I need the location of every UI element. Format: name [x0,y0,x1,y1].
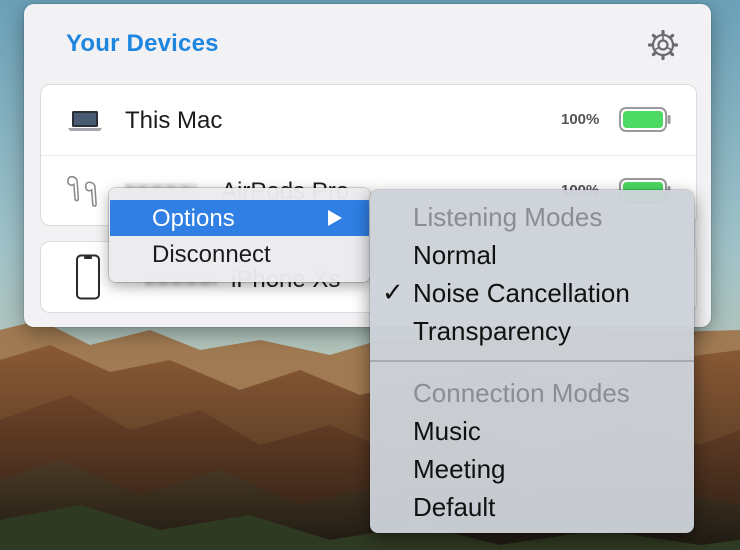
menu-separator [370,360,694,362]
section-header-label: Listening Modes [413,202,603,232]
battery-icon [619,107,671,132]
menu-item-noise-cancellation[interactable]: ✓ Noise Cancellation [370,274,694,312]
menu-item-label: Options [152,205,235,232]
menu-item-normal[interactable]: Normal [370,236,694,274]
listening-modes-header: Listening Modes [370,198,694,236]
menu-item-disconnect[interactable]: Disconnect [110,236,369,272]
device-context-menu: Options Disconnect [109,188,370,282]
connection-modes-header: Connection Modes [370,374,694,412]
menu-item-label: Disconnect [152,241,271,268]
triangle-right-icon [328,210,342,226]
section-header-label: Connection Modes [413,378,630,408]
menu-item-label: Default [413,492,496,522]
laptop-icon [68,111,102,131]
panel-title: Your Devices [66,30,219,57]
menu-item-label: Normal [413,240,497,270]
menu-item-label: Meeting [413,454,506,484]
menu-item-label: Music [413,416,481,446]
menu-item-meeting[interactable]: Meeting [370,450,694,488]
menu-item-label: Transparency [413,316,571,346]
menu-item-default[interactable]: Default [370,488,694,526]
airpods-icon [67,175,97,207]
options-submenu: Listening Modes Normal ✓ Noise Cancellat… [370,190,694,533]
menu-item-options[interactable]: Options [110,200,369,236]
menu-item-label: Noise Cancellation [413,278,630,308]
menu-item-music[interactable]: Music [370,412,694,450]
device-row-mac[interactable]: This Mac 100% [41,85,696,155]
gear-icon[interactable] [647,29,679,61]
menu-item-transparency[interactable]: Transparency [370,312,694,350]
checkmark-icon: ✓ [382,277,404,307]
battery-percentage: 100% [561,111,600,128]
device-name: This Mac [125,107,223,134]
iphone-icon [76,254,100,300]
